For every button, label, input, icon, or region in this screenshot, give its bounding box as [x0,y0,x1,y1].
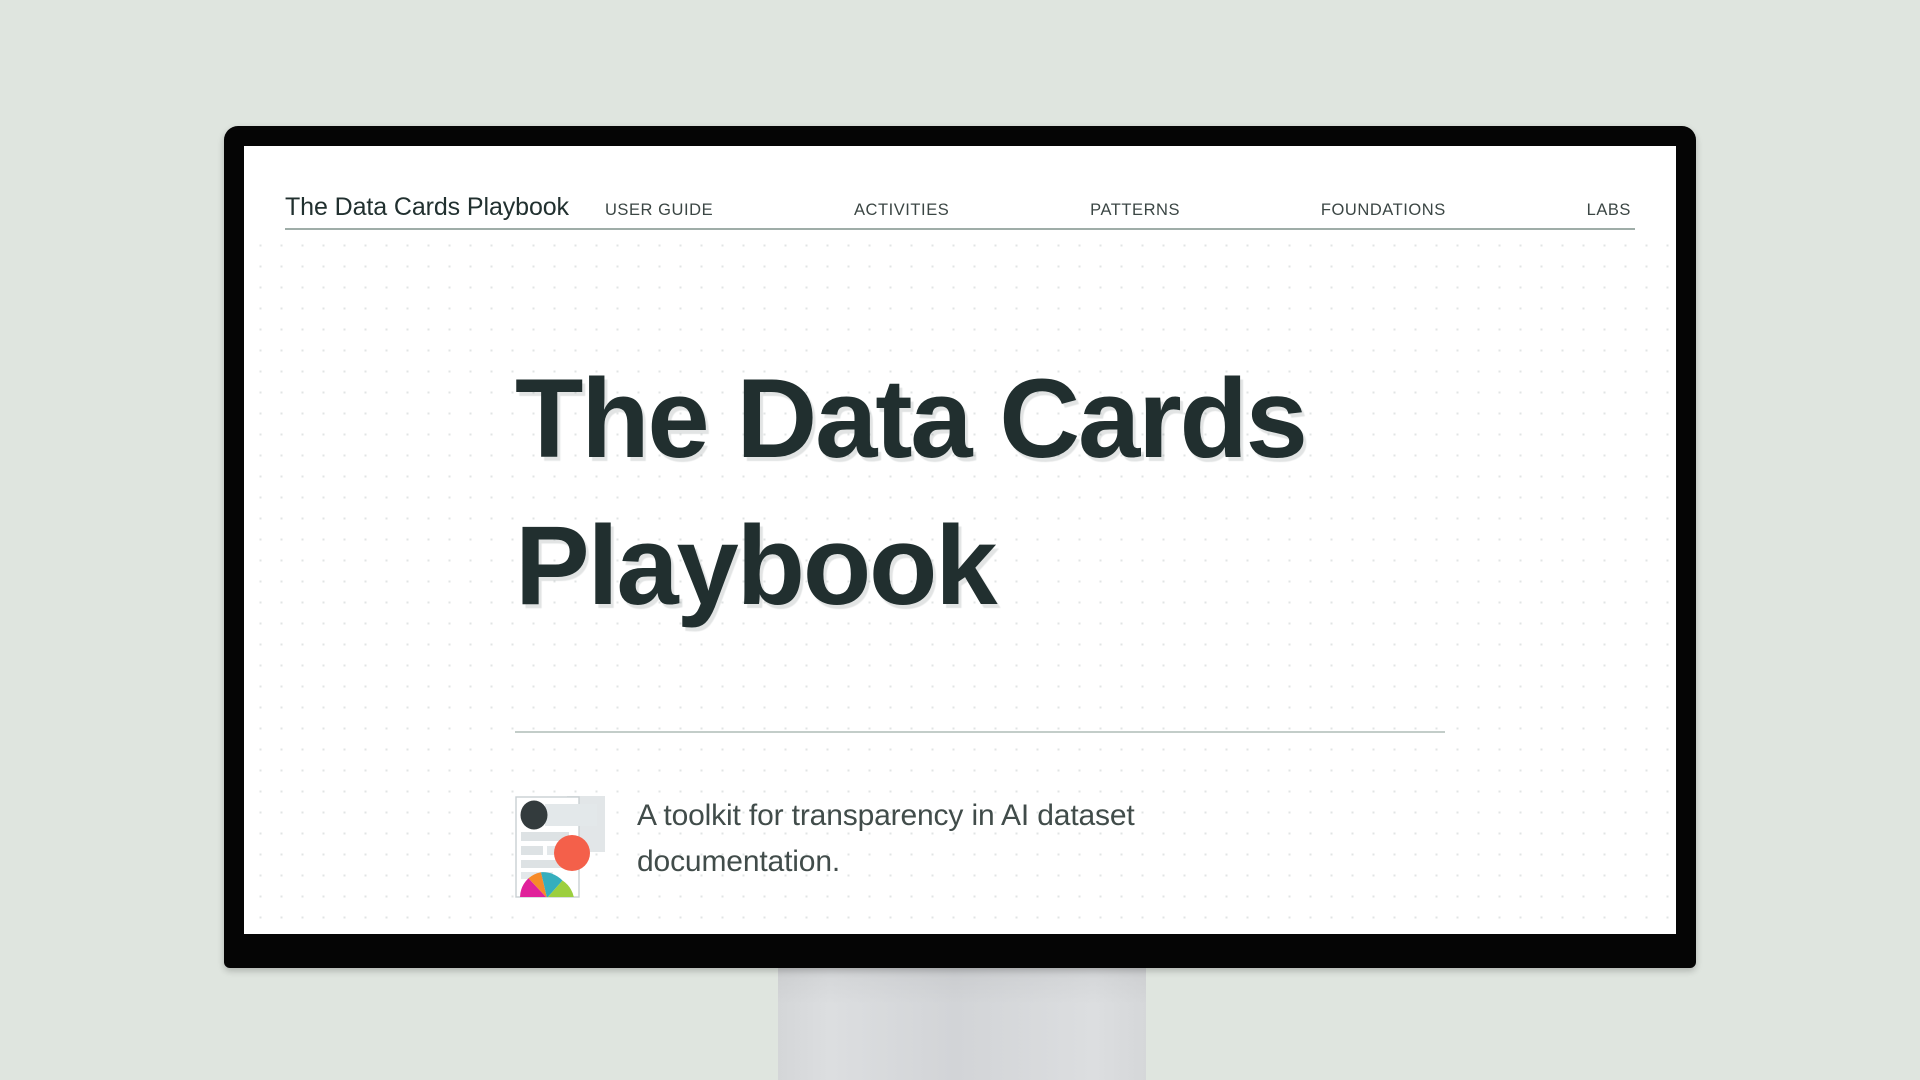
brand-title[interactable]: The Data Cards Playbook [285,195,569,221]
nav-item-user-guide[interactable]: USER GUIDE [605,201,713,219]
main-nav: USER GUIDE ACTIVITIES PATTERNS FOUNDATIO… [569,201,1635,222]
nav-item-labs[interactable]: LABS [1587,201,1631,219]
nav-item-activities[interactable]: ACTIVITIES [854,201,949,219]
page-title: The Data Cards Playbook [515,356,1308,628]
site-header: The Data Cards Playbook USER GUIDE ACTIV… [285,168,1635,230]
monitor-bezel: The Data Cards Playbook USER GUIDE ACTIV… [224,126,1696,968]
screen: The Data Cards Playbook USER GUIDE ACTIV… [244,146,1676,934]
hero-tagline-row: A toolkit for transparency in AI dataset… [515,790,1635,902]
nav-item-patterns[interactable]: PATTERNS [1090,201,1180,219]
hero-tagline: A toolkit for transparency in AI dataset… [637,799,1135,879]
nav-item-foundations[interactable]: FOUNDATIONS [1321,201,1446,219]
monitor-stand-neck [778,966,1146,1080]
data-card-logo-icon [515,794,607,902]
hero-section: The Data Cards Playbook A toolkit for tr… [515,346,1635,902]
hero-divider [515,731,1445,734]
